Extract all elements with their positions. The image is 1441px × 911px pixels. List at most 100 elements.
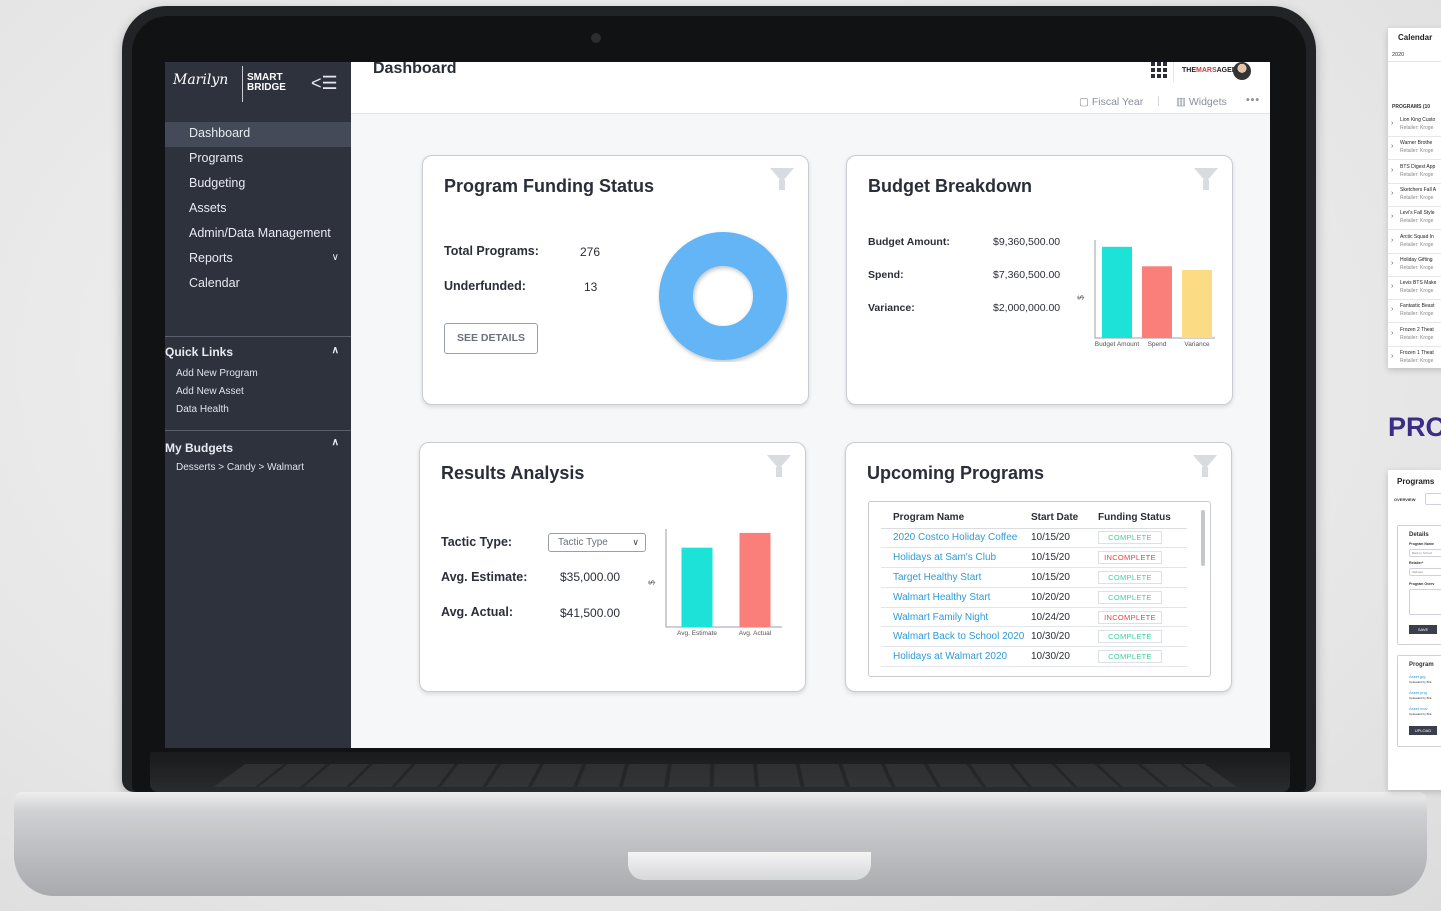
program-name: Frozen 1 Theat — [1400, 350, 1434, 356]
see-details-button[interactable]: SEE DETAILS — [444, 323, 538, 354]
app-grid-icon[interactable] — [1151, 62, 1167, 78]
start-date: 10/30/20 — [1031, 646, 1098, 668]
retailer-name: Retailer: Kroge — [1400, 288, 1434, 295]
chevron-right-icon: › — [1391, 143, 1394, 151]
list-item[interactable]: › Lion King Custo Retailer: Kroge — [1388, 114, 1441, 137]
program-name-link[interactable]: Holidays at Sam's Club — [881, 547, 1031, 569]
retailer-name: Retailer: Kroge — [1400, 241, 1434, 248]
table-row[interactable]: Walmart Family Night 10/24/20 INCOMPLETE — [881, 607, 1187, 628]
spend-value: $7,360,500.00 — [993, 269, 1061, 281]
details-title: Details — [1409, 532, 1429, 538]
column-header-program-name[interactable]: Program Name — [881, 508, 1031, 529]
program-name-field[interactable]: Back to School — [1409, 549, 1441, 557]
filter-icon[interactable] — [770, 168, 794, 190]
avg-actual-value: $41,500.00 — [560, 606, 621, 620]
list-item[interactable]: › Warner Brothe Retailer: Kroge — [1388, 137, 1441, 161]
program-name-link[interactable]: Walmart Back to School 2020 — [881, 626, 1031, 648]
retailer-name: Retailer: Kroge — [1400, 334, 1434, 341]
sidebar-item-admin[interactable]: Admin/Data Management — [165, 222, 351, 247]
tactic-type-select[interactable]: Tactic Type ∨ — [548, 533, 646, 552]
avatar[interactable] — [1233, 62, 1251, 80]
list-item[interactable]: › BTS Digest App Retailer: Kroge — [1388, 161, 1441, 184]
bar-avg-actual — [739, 532, 771, 627]
funding-status-cell: COMPLETE — [1098, 567, 1187, 588]
sidebar-item-assets[interactable]: Assets — [165, 197, 351, 222]
chevron-down-icon[interactable]: ∨ — [332, 247, 339, 269]
x-tick-label: Avg. Estimate — [677, 630, 717, 637]
list-item[interactable]: › Levi's Fall Style Retailer: Kroge — [1388, 207, 1441, 231]
quick-links-title[interactable]: Quick Links ∧ — [165, 337, 351, 359]
calendar-year[interactable]: 2020 — [1392, 52, 1404, 58]
total-programs-value: 276 — [580, 245, 601, 259]
asset-link[interactable]: Asset.mov — [1409, 706, 1428, 711]
more-options-icon[interactable]: ••• — [1246, 94, 1260, 106]
program-name: Frozen 2 Theat — [1400, 326, 1434, 333]
sidebar-item-reports[interactable]: Reports ∨ — [165, 247, 351, 272]
sidebar-nav: Dashboard Programs Budgeting Assets Admi… — [165, 122, 351, 297]
table-scrollbar[interactable] — [1201, 510, 1205, 566]
filter-icon[interactable] — [1193, 455, 1217, 477]
filter-icon[interactable] — [1194, 168, 1218, 190]
chevron-right-icon: › — [1391, 259, 1394, 267]
program-name: Levi's Fall Style — [1400, 210, 1435, 217]
chevron-up-icon[interactable]: ∧ — [332, 345, 339, 356]
status-badge: INCOMPLETE — [1098, 551, 1162, 565]
quick-link-add-asset[interactable]: Add New Asset — [165, 383, 351, 401]
column-header-funding-status[interactable]: Funding Status — [1098, 508, 1187, 529]
tab-other[interactable] — [1425, 493, 1441, 505]
table-row[interactable]: 2020 Costco Holiday Coffee 10/15/20 COMPLE… — [881, 528, 1187, 549]
sidebar-item-budgeting[interactable]: Budgeting — [165, 172, 351, 197]
collapse-menu-icon[interactable]: <☰ — [311, 74, 338, 92]
sidebar-item-dashboard[interactable]: Dashboard — [165, 122, 351, 147]
table-row[interactable]: Holidays at Walmart 2020 10/30/20 COMPLETE — [881, 646, 1187, 668]
quick-link-add-program[interactable]: Add New Program — [165, 365, 351, 383]
asset-link[interactable]: Asset.png — [1409, 690, 1427, 695]
start-date: 10/30/20 — [1031, 626, 1098, 648]
program-name-link[interactable]: Walmart Healthy Start — [881, 587, 1031, 608]
quick-link-data-health[interactable]: Data Health — [165, 401, 351, 419]
list-item[interactable]: › Levis BTS Make Retailer: Kroge — [1388, 277, 1441, 301]
table-row[interactable]: Holidays at Sam's Club 10/15/20 INCOMPLETE — [881, 547, 1187, 569]
retailer-name: Retailer: Kroge — [1400, 171, 1434, 178]
my-budgets-title[interactable]: My Budgets ∧ — [165, 431, 351, 455]
fiscal-year-button[interactable]: ▢ Fiscal Year — [1079, 96, 1143, 108]
logo-divider — [242, 66, 243, 102]
programs-table-container: Program Name Start Date Funding Status 2… — [868, 501, 1211, 677]
asset-link[interactable]: Asset.jpg — [1409, 674, 1425, 679]
retailer-name: Retailer: Kroge — [1400, 311, 1434, 318]
widgets-icon: ▥ — [1176, 96, 1189, 108]
program-name-link[interactable]: 2020 Costco Holiday Coffee — [881, 528, 1031, 549]
save-button[interactable]: SAVE — [1409, 625, 1437, 634]
budget-link[interactable]: Desserts > Candy > Walmart — [165, 459, 351, 477]
asset-meta: Uploaded by Bra — [1409, 712, 1432, 716]
column-header-start-date[interactable]: Start Date — [1031, 508, 1098, 529]
chevron-down-icon: ∨ — [632, 537, 639, 547]
table-row[interactable]: Target Healthy Start 10/15/20 COMPLETE — [881, 567, 1187, 588]
spend-label: Spend: — [868, 269, 904, 281]
upload-button[interactable]: UPLOAD — [1409, 726, 1437, 735]
list-item[interactable]: › Holiday Gifting Retailer: Kroge — [1388, 254, 1441, 277]
list-item[interactable]: › Frozen 2 Theat Retailer: Kroge — [1388, 324, 1441, 347]
list-item[interactable]: › Fantastic Beast Retailer: Kroge — [1388, 300, 1441, 324]
sidebar-item-programs[interactable]: Programs — [165, 147, 351, 172]
widgets-button[interactable]: ▥ Widgets — [1176, 96, 1227, 108]
program-name-link[interactable]: Target Healthy Start — [881, 567, 1031, 588]
tab-overview[interactable]: OVERVIEW — [1394, 497, 1416, 502]
sidebar-item-calendar[interactable]: Calendar — [165, 272, 351, 297]
upcoming-card: Upcoming Programs Program Name Start Dat… — [845, 442, 1232, 692]
budget-bar-chart — [1094, 240, 1215, 339]
list-item[interactable]: › Frozen 1 Theat Retailer: Kroge — [1388, 347, 1441, 368]
program-name-link[interactable]: Walmart Family Night — [881, 607, 1031, 628]
program-name-link[interactable]: Holidays at Walmart 2020 — [881, 646, 1031, 668]
retailer-field[interactable]: Walmart — [1409, 568, 1441, 576]
program-overview-field[interactable] — [1409, 589, 1441, 615]
list-item[interactable]: › Sketchers Fall A Retailer: Kroge — [1388, 184, 1441, 207]
status-badge: COMPLETE — [1098, 570, 1162, 584]
filter-icon[interactable] — [767, 455, 791, 477]
table-row[interactable]: Walmart Back to School 2020 10/30/20 COMPL… — [881, 626, 1187, 648]
chevron-right-icon: › — [1391, 329, 1394, 337]
chevron-right-icon: › — [1391, 213, 1394, 221]
chevron-up-icon[interactable]: ∧ — [332, 437, 339, 448]
table-row[interactable]: Walmart Healthy Start 10/20/20 COMPLETE — [881, 587, 1187, 608]
list-item[interactable]: › Arctic Squad In Retailer: Kroge — [1388, 231, 1441, 254]
